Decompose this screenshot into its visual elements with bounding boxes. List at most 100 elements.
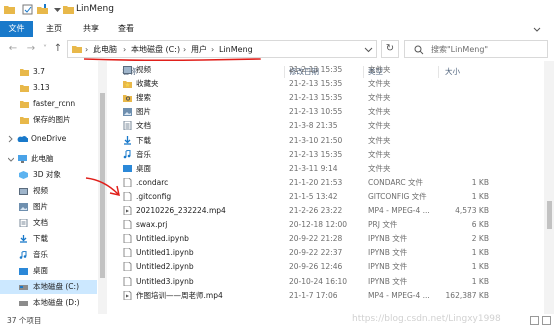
status-bar: 37 个项目 https://blog.csdn.net/Lingxy1998 xyxy=(0,314,554,327)
table-row[interactable]: 下载 21-3-10 21:50 文件夹 xyxy=(108,134,548,147)
sidebar-item-local-disk-d[interactable]: 本地磁盘 (D:) xyxy=(0,296,97,310)
sidebar-item-onedrive[interactable]: OneDrive xyxy=(0,132,97,146)
downloads-folder-icon xyxy=(20,235,27,243)
file-icon xyxy=(123,248,132,258)
sidebar-item-downloads[interactable]: 下载 xyxy=(0,232,97,246)
sidebar-item-3d-objects[interactable]: 3D 对象 xyxy=(0,168,97,182)
file-type: IPYNB 文件 xyxy=(368,262,408,272)
breadcrumb-separator: › xyxy=(183,45,187,54)
table-row[interactable]: 20210226_232224.mp4 21-2-26 23:22 MP4 - MP… xyxy=(108,204,548,217)
refresh-button[interactable]: ↻ xyxy=(381,40,399,58)
sidebar-item-label: 3.13 xyxy=(33,83,50,92)
sidebar-item-videos[interactable]: 视频 xyxy=(0,184,97,198)
table-row[interactable]: 音乐 21-2-13 15:35 文件夹 xyxy=(108,148,548,161)
sidebar-item-music[interactable]: 音乐 xyxy=(0,248,97,262)
back-arrow-icon[interactable]: ← xyxy=(6,42,20,56)
tab-view[interactable]: 查看 xyxy=(113,21,139,37)
breadcrumb-this-pc[interactable]: 此电脑 xyxy=(93,43,117,56)
properties-icon[interactable] xyxy=(22,4,33,15)
table-row[interactable]: 作图培训——周老师.mp4 21-1-7 17:06 MP4 - MPEG-4 ..… xyxy=(108,289,548,302)
file-size: 1 KB xyxy=(471,177,489,187)
file-type: MP4 - MPEG-4 ... xyxy=(368,206,430,215)
table-row[interactable]: 图片 21-2-13 10:55 文件夹 xyxy=(108,105,548,118)
file-date: 21-2-26 23:22 xyxy=(289,206,343,215)
chevron-right-icon[interactable] xyxy=(8,135,14,143)
sidebar-item-3-7[interactable]: 3.7 xyxy=(0,65,97,79)
file-name: 收藏夹 xyxy=(136,79,159,89)
table-row[interactable]: Untitled1.ipynb 20-9-22 22:37 IPYNB 文件 1 KB xyxy=(108,246,548,259)
item-count: 37 个项目 xyxy=(7,316,42,325)
breadcrumb-users[interactable]: 用户 xyxy=(191,43,207,56)
sidebar-item-local-disk-c[interactable]: 本地磁盘 (C:) xyxy=(0,280,97,294)
sidebar-item-label: OneDrive xyxy=(31,134,67,143)
chevron-down-icon[interactable] xyxy=(364,45,373,54)
sidebar-item-documents[interactable]: 文档 xyxy=(0,216,97,230)
table-row[interactable]: 搜索 21-2-13 15:35 文件夹 xyxy=(108,91,548,104)
this-pc-icon xyxy=(18,155,27,163)
tab-share[interactable]: 共享 xyxy=(78,21,104,37)
drive-icon xyxy=(19,301,28,306)
sidebar-item-faster-rcnn[interactable]: faster_rcnn xyxy=(0,97,97,111)
file-size: 2 KB xyxy=(471,234,489,244)
breadcrumb-local-disk-c[interactable]: 本地磁盘 (C:) xyxy=(131,43,180,56)
file-date: 20-12-18 12:00 xyxy=(289,220,348,230)
table-row[interactable]: 视频 21-2-13 15:35 文件夹 xyxy=(108,63,548,76)
sidebar-item-label: 文档 xyxy=(33,218,48,227)
documents-folder-icon xyxy=(19,219,28,227)
folder-icon[interactable] xyxy=(4,4,15,15)
file-icon xyxy=(123,234,132,244)
dropdown-icon[interactable] xyxy=(52,4,63,15)
chevron-down-icon[interactable] xyxy=(532,24,542,34)
file-type: IPYNB 文件 xyxy=(368,248,408,258)
file-date: 21-3-11 9:14 xyxy=(289,163,338,173)
forward-arrow-icon[interactable]: → xyxy=(24,42,38,56)
tab-home[interactable]: 主页 xyxy=(41,21,67,37)
table-row[interactable]: .gitconfig 21-1-5 13:42 GITCONFIG 文件 1 KB xyxy=(108,190,548,203)
file-name: 文档 xyxy=(136,121,151,131)
sidebar-item-label: 视频 xyxy=(33,186,48,195)
file-name: 作图培训——周老师.mp4 xyxy=(136,290,223,300)
table-row[interactable]: .condarc 21-1-20 21:53 CONDARC 文件 1 KB xyxy=(108,176,548,189)
window-title: LinMeng xyxy=(76,4,114,14)
details-view-button[interactable] xyxy=(530,316,539,325)
sidebar-item-label: 音乐 xyxy=(33,250,48,259)
refresh-icon: ↻ xyxy=(385,43,395,54)
address-bar[interactable]: › 此电脑 › 本地磁盘 (C:) › 用户 › LinMeng xyxy=(67,40,377,58)
table-row[interactable]: Untitled2.ipynb 20-9-26 12:46 IPYNB 文件 1 KB xyxy=(108,260,548,273)
drive-icon xyxy=(19,285,28,290)
breadcrumb-linmeng[interactable]: LinMeng xyxy=(219,43,253,56)
search-input[interactable]: 搜索"LinMeng" xyxy=(404,40,548,58)
file-name: Untitled3.ipynb xyxy=(136,276,194,286)
sidebar-item-this-pc[interactable]: 此电脑 xyxy=(0,152,97,166)
file-list-scrollbar[interactable] xyxy=(544,61,554,314)
file-type: PRJ 文件 xyxy=(368,220,398,230)
file-type: IPYNB 文件 xyxy=(368,234,408,244)
chevron-down-icon[interactable] xyxy=(8,155,14,163)
file-type: CONDARC 文件 xyxy=(368,177,423,187)
sidebar-item-pictures[interactable]: 图片 xyxy=(0,200,97,214)
file-size: 6 KB xyxy=(471,220,489,230)
table-row[interactable]: Untitled.ipynb 20-9-22 21:28 IPYNB 文件 2 KB xyxy=(108,232,548,245)
table-row[interactable]: 文档 21-3-8 21:35 文件夹 xyxy=(108,119,548,132)
up-arrow-icon[interactable]: ↑ xyxy=(51,42,65,56)
file-list-scrollbar-thumb[interactable] xyxy=(547,201,552,229)
sidebar-item-label: 下载 xyxy=(33,234,48,243)
table-row[interactable]: 桌面 21-3-11 9:14 文件夹 xyxy=(108,162,548,175)
folder-icon xyxy=(20,117,29,124)
table-row[interactable]: 收藏夹 21-2-13 15:35 文件夹 xyxy=(108,77,548,90)
sidebar-item-label: 桌面 xyxy=(33,266,48,275)
file-date: 20-10-24 16:10 xyxy=(289,276,348,286)
table-row[interactable]: Untitled3.ipynb 20-10-24 16:10 IPYNB 文件 1 K… xyxy=(108,275,548,288)
sidebar-item-3-13[interactable]: 3.13 xyxy=(0,81,97,95)
sidebar-item-desktop[interactable]: 桌面 xyxy=(0,264,97,278)
tab-file[interactable]: 文件 xyxy=(0,21,33,37)
large-icons-view-button[interactable] xyxy=(542,316,551,325)
sidebar-item-saved-pictures[interactable]: 保存的图片 xyxy=(0,113,97,127)
new-folder-icon[interactable] xyxy=(37,4,48,15)
sidebar-item-label: 3D 对象 xyxy=(33,170,61,179)
recent-dropdown-icon[interactable]: ˅ xyxy=(38,42,52,56)
file-type: 文件夹 xyxy=(368,149,391,159)
table-row[interactable]: swax.prj 20-12-18 12:00 PRJ 文件 6 KB xyxy=(108,218,548,231)
file-type: 文件夹 xyxy=(368,65,391,74)
file-size: 1 KB xyxy=(471,262,489,272)
